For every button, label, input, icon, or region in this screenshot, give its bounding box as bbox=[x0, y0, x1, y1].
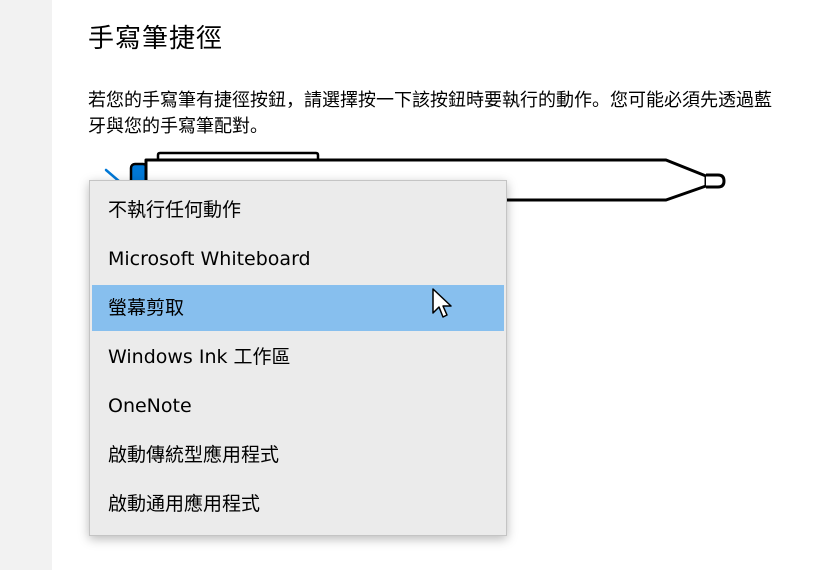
mouse-pointer-icon bbox=[432, 288, 452, 318]
menu-item-onenote[interactable]: OneNote bbox=[92, 383, 504, 429]
menu-item-windows-ink-workspace[interactable]: Windows Ink 工作區 bbox=[92, 334, 504, 380]
menu-item-launch-classic-app[interactable]: 啟動傳統型應用程式 bbox=[92, 432, 504, 478]
menu-item-microsoft-whiteboard[interactable]: Microsoft Whiteboard bbox=[92, 236, 504, 282]
menu-item-launch-universal-app[interactable]: 啟動通用應用程式 bbox=[92, 481, 504, 527]
section-title: 手寫筆捷徑 bbox=[88, 24, 224, 54]
left-navigation-rail bbox=[0, 0, 52, 570]
menu-item-do-nothing[interactable]: 不執行任何動作 bbox=[92, 187, 504, 233]
pen-shortcut-dropdown-menu: 不執行任何動作 Microsoft Whiteboard 螢幕剪取 Window… bbox=[89, 180, 507, 536]
section-description: 若您的手寫筆有捷徑按鈕，請選擇按一下該按鈕時要執行的動作。您可能必須先透過藍牙與… bbox=[88, 90, 772, 137]
